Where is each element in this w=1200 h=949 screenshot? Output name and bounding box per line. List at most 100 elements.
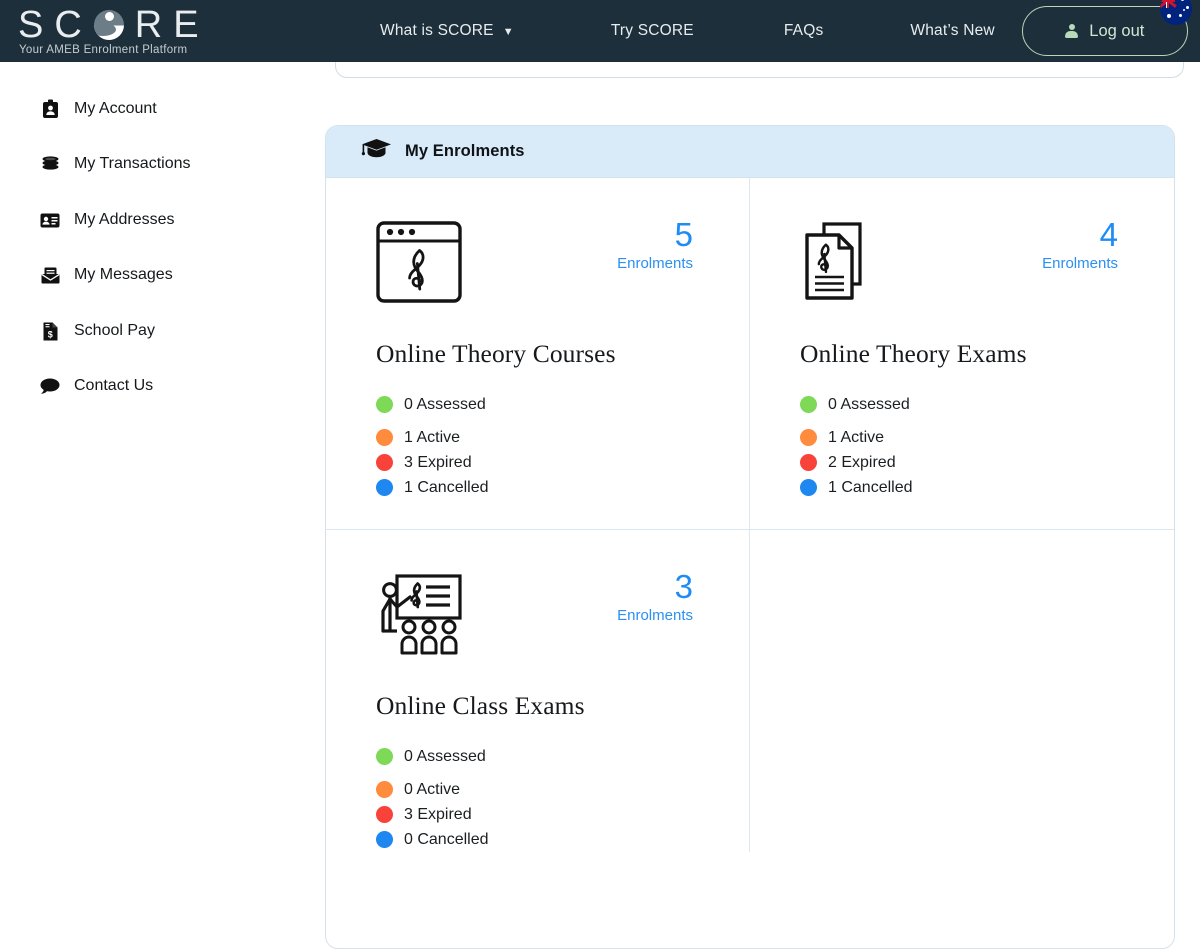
status-dot-assessed [800,396,817,413]
status-label: 1 Active [828,428,885,446]
card-status-list: 0 Assessed 1 Active 3 Expired 1 Cancelle… [376,392,749,500]
status-row-assessed: 0 Assessed [376,744,749,769]
enrolment-cards-grid: 5 Enrolments Online Theory Courses 0 Ass… [326,178,1174,852]
address-card-icon [40,213,60,228]
sidebar-item-my-messages[interactable]: My Messages [0,261,325,289]
status-row-assessed: 0 Assessed [800,392,1174,417]
enrolment-card-online-theory-courses[interactable]: 5 Enrolments Online Theory Courses 0 Ass… [326,178,750,530]
chevron-down-icon: ▼ [502,25,514,38]
status-label: 0 Cancelled [404,830,489,848]
sidebar-item-label: My Transactions [74,155,191,172]
envelope-icon [40,267,60,284]
status-label: 2 Expired [828,453,896,471]
flag-star [1183,9,1185,11]
status-label: 1 Cancelled [404,478,489,496]
status-dot-active [376,781,393,798]
nav-item-whats-new[interactable]: What’s New [910,22,994,40]
flag-cross-red [1160,0,1175,2]
nav-item-try-score[interactable]: Try SCORE [611,22,694,40]
person-icon [1065,23,1079,39]
status-dot-expired [376,454,393,471]
flag-star [1186,6,1189,9]
sidebar-item-my-account[interactable]: My Account [0,95,325,123]
id-badge-icon [40,99,60,119]
status-row-cancelled: 0 Cancelled [376,827,749,852]
status-label: 3 Expired [404,453,472,471]
status-dot-assessed [376,748,393,765]
nav-label: FAQs [783,22,824,39]
enrolment-count: 5 [674,216,693,253]
status-row-active: 0 Active [376,777,749,802]
status-label: 0 Active [404,780,461,798]
top-navigation-bar: SC RE Your AMEB Enrolment Platform What … [0,0,1200,62]
card-status-list: 0 Assessed 1 Active 2 Expired 1 Cancelle… [800,392,1174,500]
brand-logo[interactable]: SC RE Your AMEB Enrolment Platform [0,6,320,56]
status-dot-assessed [376,396,393,413]
sidebar-item-label: My Account [74,100,157,117]
speech-bubble-icon [40,378,60,394]
status-row-assessed: 0 Assessed [376,392,749,417]
sidebar-item-school-pay[interactable]: $ School Pay [0,317,325,345]
enrolment-card-online-class-exams[interactable]: 3 Enrolments Online Class Exams 0 Assess… [326,530,750,852]
enrolments-label: Enrolments [617,255,693,272]
card-title: Online Class Exams [376,691,585,720]
documents-treble-clef-icon [800,221,886,308]
status-row-cancelled: 1 Cancelled [376,475,749,500]
brand-wordmark: SC RE [10,6,320,44]
primary-nav: What is SCORE ▼ Try SCORE FAQs What’s Ne… [320,0,1200,62]
sidebar-item-label: Contact Us [74,377,154,394]
sidebar-item-my-transactions[interactable]: My Transactions [0,150,325,178]
card-title: Online Theory Exams [800,339,1027,368]
enrolment-card-online-theory-exams[interactable]: 4 Enrolments Online Theory Exams 0 Asses… [750,178,1174,530]
flag-star [1179,14,1182,17]
status-label: 0 Assessed [404,747,486,765]
nav-item-what-is-score[interactable]: What is SCORE ▼ [380,22,514,40]
classroom-treble-clef-icon [376,573,464,662]
enrolment-count: 4 [1099,216,1118,253]
status-row-cancelled: 1 Cancelled [800,475,1174,500]
enrolments-label: Enrolments [617,607,693,624]
sidebar-item-contact-us[interactable]: Contact Us [0,372,325,400]
enrolment-count-block: 3 Enrolments [617,567,693,624]
status-dot-expired [800,454,817,471]
card-title: Online Theory Courses [376,339,616,368]
sidebar-item-my-addresses[interactable]: My Addresses [0,206,325,234]
logout-label: Log out [1089,21,1145,40]
sidebar-item-label: School Pay [74,322,155,339]
status-label: 1 Cancelled [828,478,913,496]
status-dot-cancelled [800,479,817,496]
sidebar-item-label: My Addresses [74,211,175,228]
status-dot-cancelled [376,479,393,496]
invoice-dollar-icon: $ [40,322,60,341]
enrolments-label: Enrolments [1042,255,1118,272]
sidebar-item-label: My Messages [74,266,173,283]
main-content: My Enrolments 5 Enrolments Online Theory… [325,54,1200,949]
status-dot-active [376,429,393,446]
flag-star [1167,14,1171,18]
status-label: 0 Assessed [404,395,486,413]
status-row-active: 1 Active [376,425,749,450]
my-enrolments-panel: My Enrolments 5 Enrolments Online Theory… [325,125,1175,949]
status-row-expired: 3 Expired [376,802,749,827]
status-label: 3 Expired [404,805,472,823]
globe-icon [93,9,124,40]
flag-star [1181,0,1184,1]
coins-icon [40,156,60,172]
panel-header: My Enrolments [326,126,1174,178]
graduation-cap-icon [361,138,392,165]
sidebar-navigation: My Account My Transactions My Addresses … [0,62,325,900]
status-row-expired: 3 Expired [376,450,749,475]
status-dot-cancelled [376,831,393,848]
card-status-list: 0 Assessed 0 Active 3 Expired 0 Cancelle… [376,744,749,852]
enrolment-count: 3 [674,568,693,605]
brand-tagline: Your AMEB Enrolment Platform [19,43,188,56]
panel-title: My Enrolments [405,142,525,160]
enrolment-count-block: 4 Enrolments [1042,215,1118,272]
nav-item-faqs[interactable]: FAQs [784,22,824,40]
svg-text:$: $ [47,329,52,339]
nav-label: What’s New [910,22,995,39]
status-row-active: 1 Active [800,425,1174,450]
status-dot-active [800,429,817,446]
nav-label: What is SCORE [380,22,494,39]
status-label: 0 Assessed [828,395,910,413]
